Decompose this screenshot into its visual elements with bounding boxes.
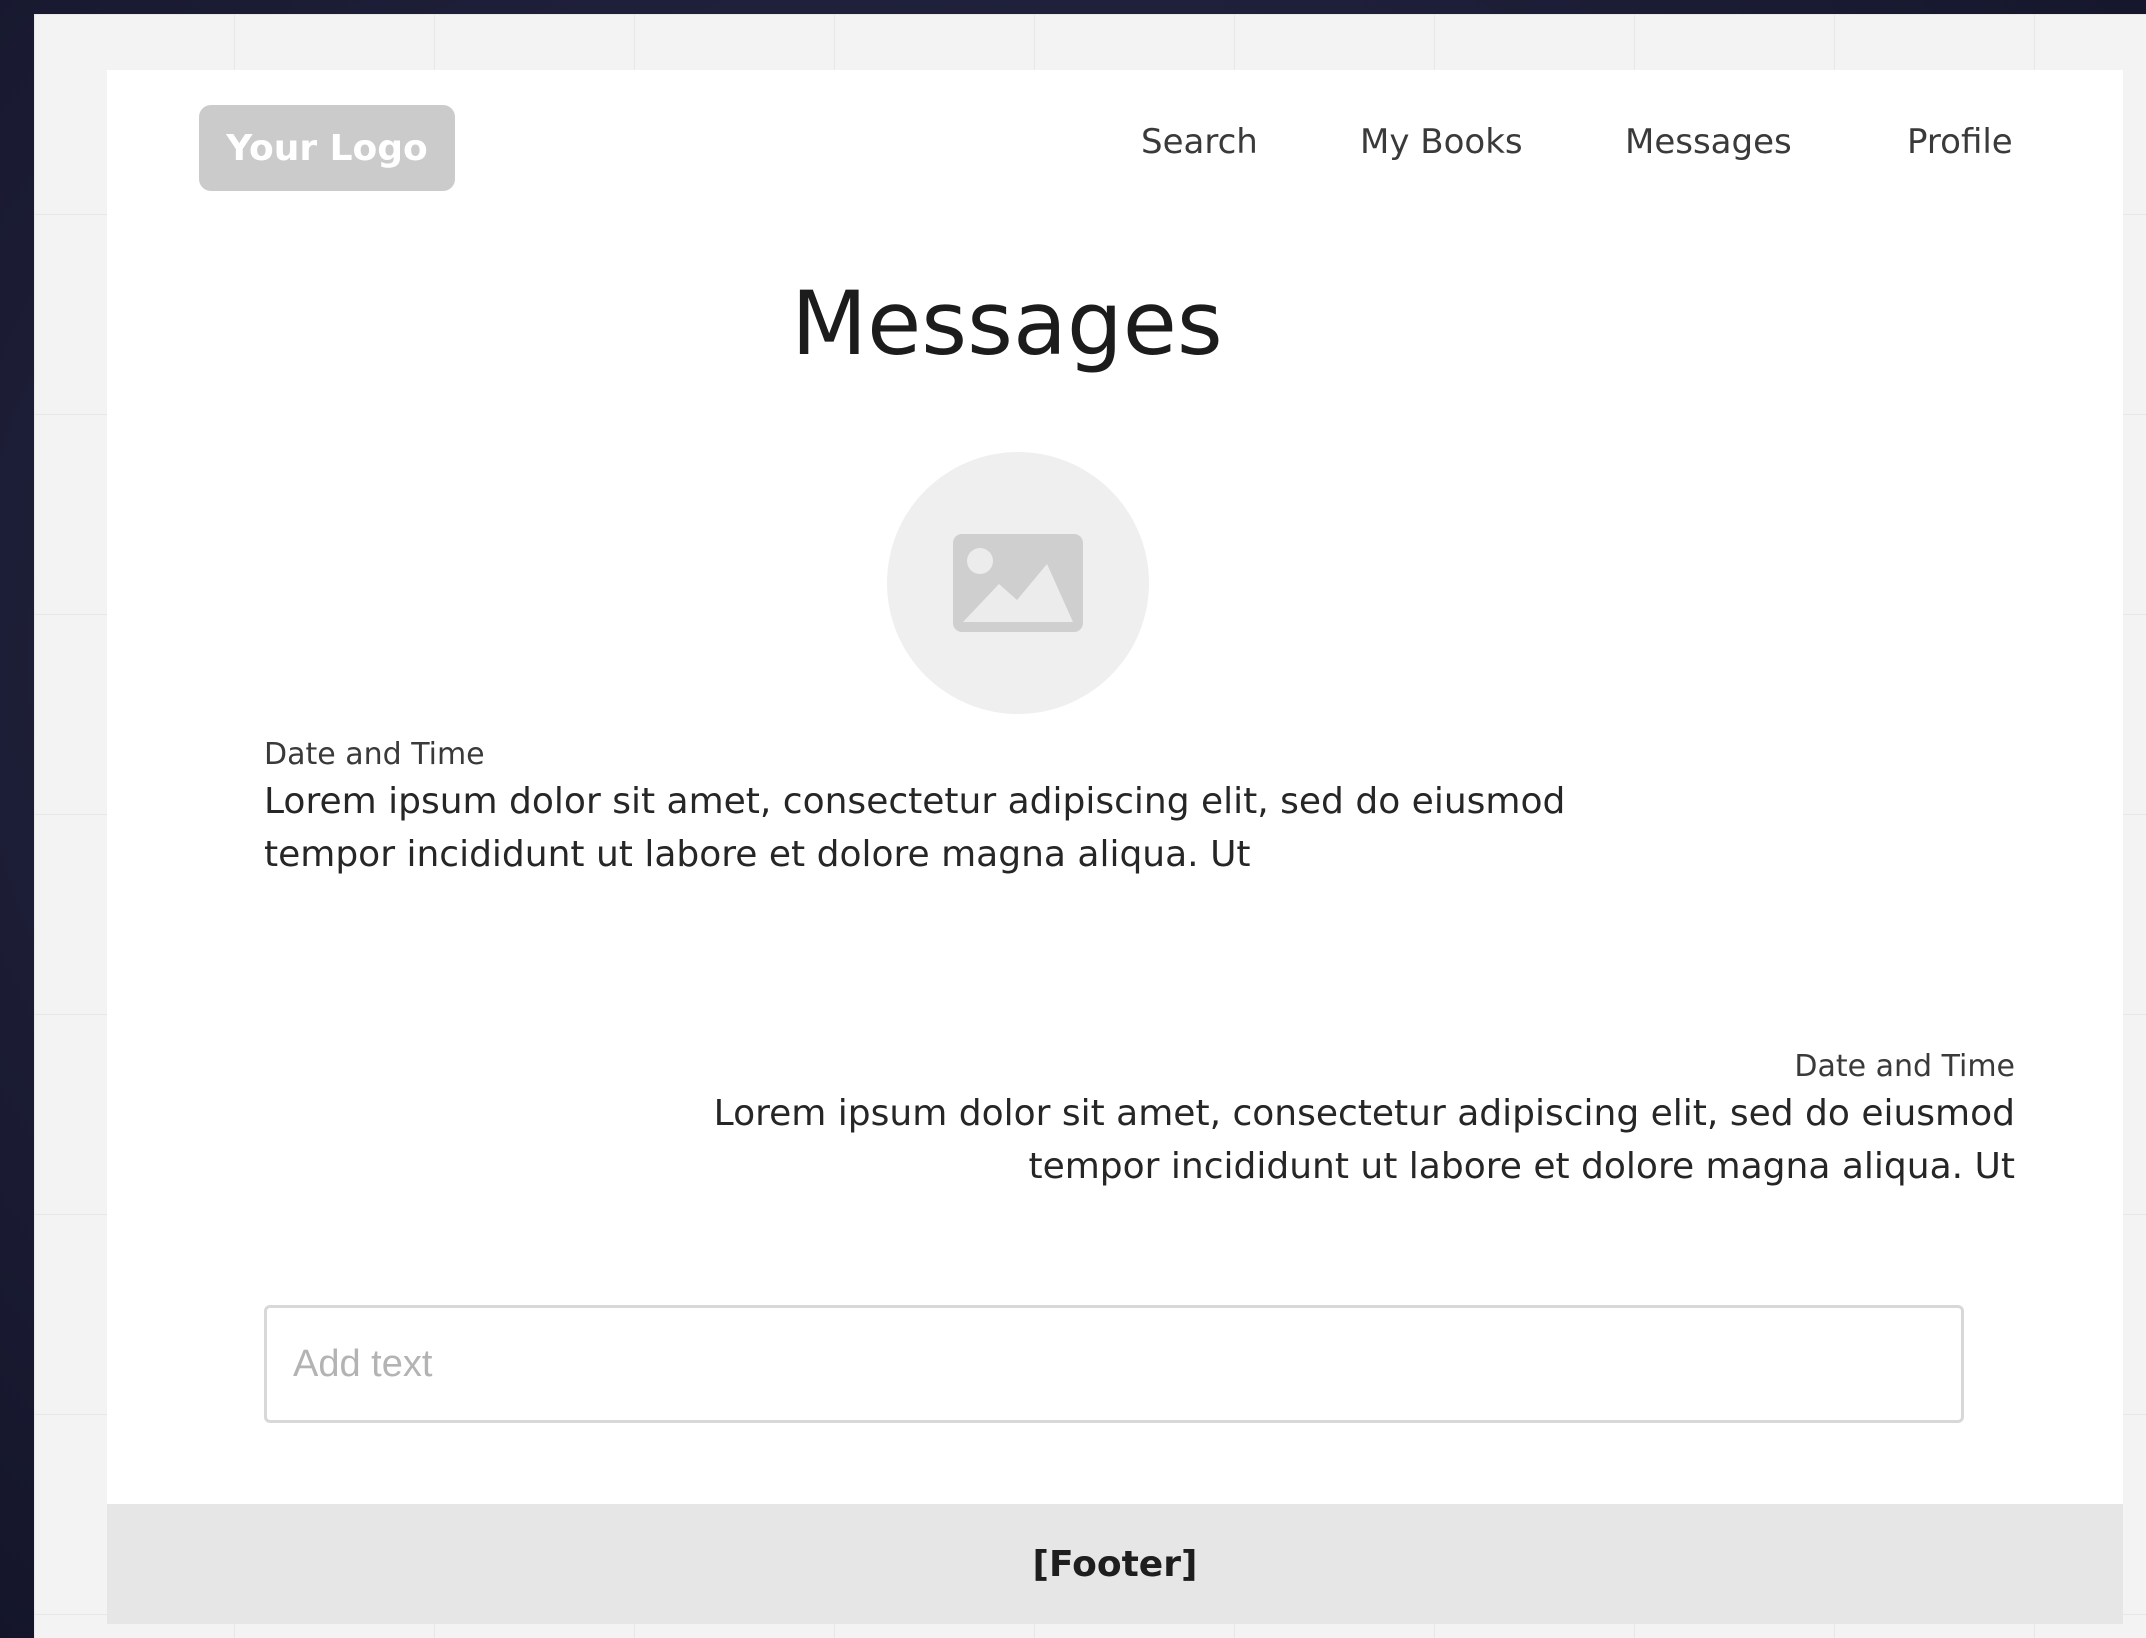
image-placeholder-icon — [953, 534, 1083, 632]
page-title: Messages — [791, 272, 1223, 375]
message-timestamp: Date and Time — [1794, 1049, 2015, 1084]
nav-link-messages[interactable]: Messages — [1625, 122, 1792, 163]
logo-button[interactable]: Your Logo — [199, 105, 455, 191]
avatar — [887, 452, 1149, 714]
wireframe-canvas: Your Logo Search My Books Messages Profi… — [34, 14, 2146, 1638]
nav-link-profile[interactable]: Profile — [1907, 122, 2013, 163]
message-timestamp: Date and Time — [264, 737, 485, 772]
footer: [Footer] — [107, 1504, 2123, 1624]
message-text-line: Lorem ipsum dolor sit amet, consectetur … — [264, 781, 1566, 822]
message-text-line: tempor incididunt ut labore et dolore ma… — [1028, 1146, 2015, 1187]
footer-label: [Footer] — [1032, 1543, 1198, 1585]
message-input[interactable] — [264, 1305, 1964, 1423]
nav-link-my-books[interactable]: My Books — [1360, 122, 1523, 163]
message-outgoing: Date and Time Lorem ipsum dolor sit amet… — [714, 1047, 2015, 1193]
message-text-line: tempor incididunt ut labore et dolore ma… — [264, 834, 1251, 875]
page-frame: Your Logo Search My Books Messages Profi… — [107, 70, 2123, 1624]
message-text-line: Lorem ipsum dolor sit amet, consectetur … — [713, 1093, 2015, 1134]
message-incoming: Date and Time Lorem ipsum dolor sit amet… — [264, 735, 1565, 881]
nav-link-search[interactable]: Search — [1141, 122, 1258, 163]
